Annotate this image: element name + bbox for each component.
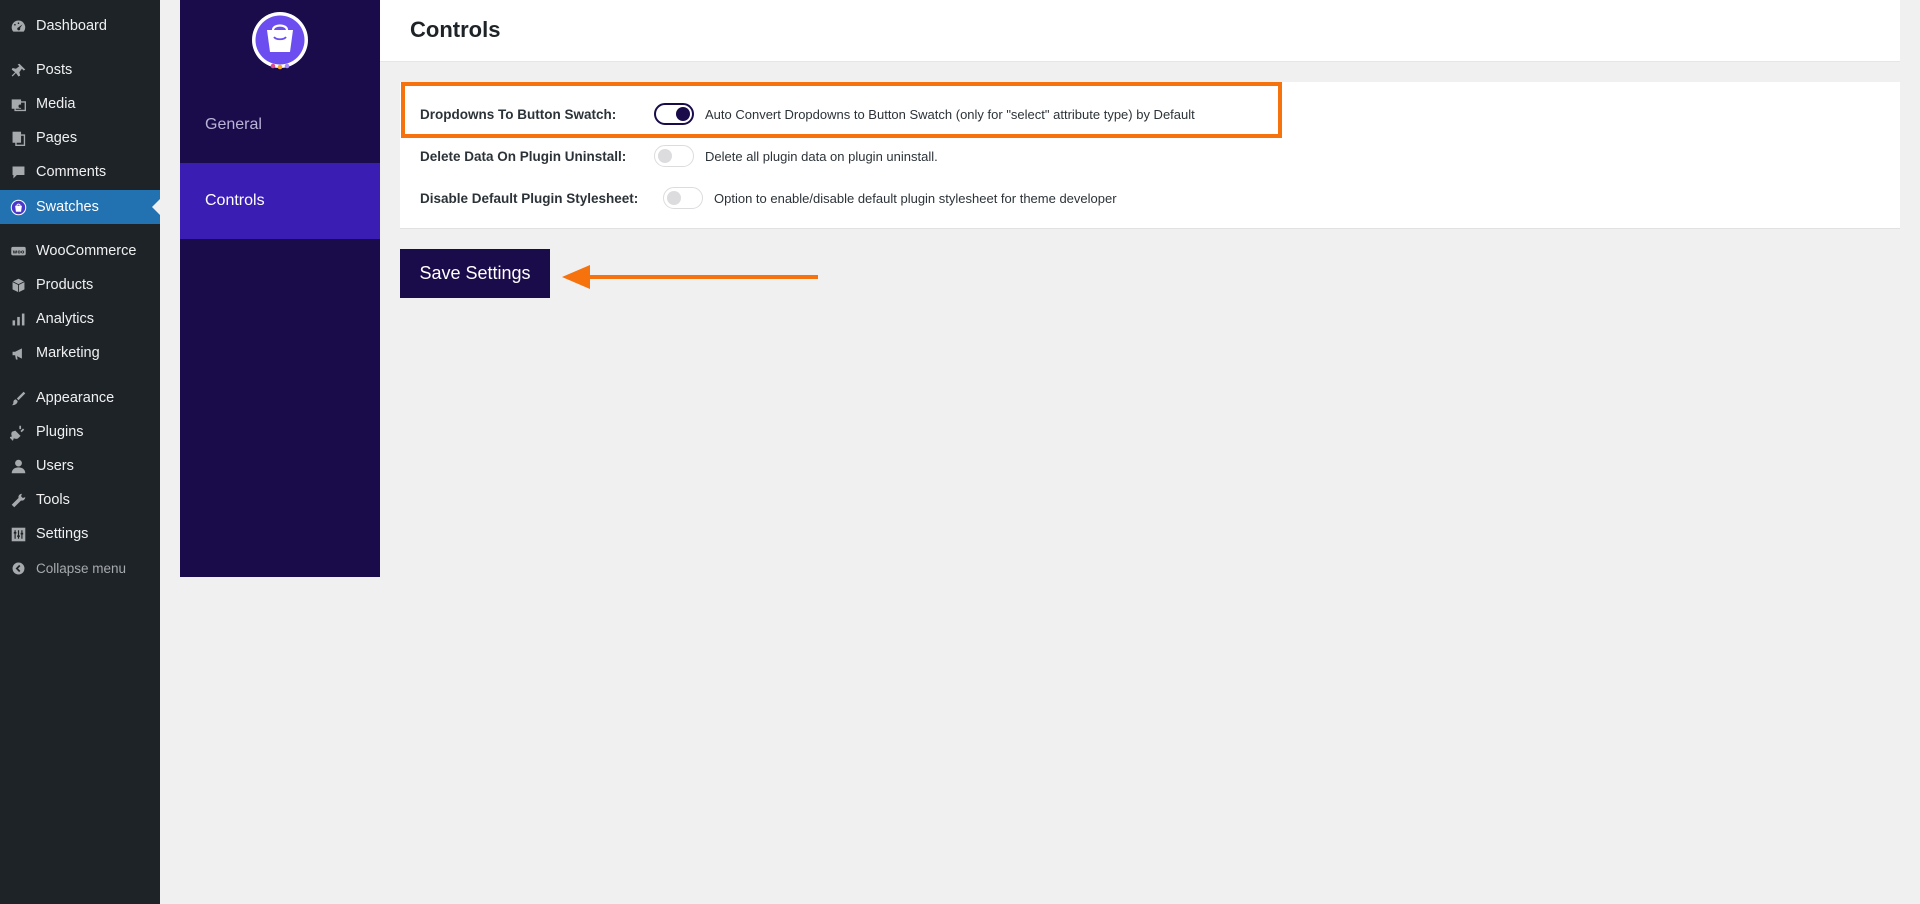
- box-icon: [0, 277, 36, 294]
- toggle-delete-data-on-uninstall[interactable]: [654, 145, 694, 167]
- setting-label: Dropdowns To Button Swatch:: [420, 106, 617, 122]
- menu-item-posts[interactable]: Posts: [0, 53, 160, 87]
- setting-label: Disable Default Plugin Stylesheet:: [420, 190, 639, 206]
- menu-label: WooCommerce: [36, 243, 137, 259]
- megaphone-icon: [0, 345, 36, 362]
- menu-item-settings[interactable]: Settings: [0, 517, 160, 551]
- menu-label: Tools: [36, 492, 70, 508]
- collapse-menu-button[interactable]: Collapse menu: [0, 551, 160, 585]
- menu-item-users[interactable]: Users: [0, 449, 160, 483]
- menu-label: Marketing: [36, 345, 100, 361]
- brush-icon: [0, 390, 36, 407]
- menu-item-plugins[interactable]: Plugins: [0, 415, 160, 449]
- plugin-nav-general-label: General: [205, 116, 262, 133]
- svg-text:woo: woo: [12, 249, 24, 255]
- setting-row-dropdowns-to-button-swatch: Dropdowns To Button Swatch: Auto Convert…: [400, 99, 1900, 129]
- user-icon: [0, 458, 36, 475]
- menu-label: Analytics: [36, 311, 95, 327]
- setting-label: Delete Data On Plugin Uninstall:: [420, 148, 627, 164]
- setting-row-delete-data-on-uninstall: Delete Data On Plugin Uninstall: Delete …: [400, 141, 1900, 171]
- arrow-left-icon: [562, 265, 818, 289]
- menu-label: Products: [36, 277, 94, 293]
- plug-icon: [0, 424, 36, 441]
- menu-item-swatches[interactable]: Swatches: [0, 190, 160, 224]
- menu-item-pages[interactable]: Pages: [0, 121, 160, 155]
- setting-description: Auto Convert Dropdowns to Button Swatch …: [705, 106, 1195, 122]
- menu-label: Posts: [36, 62, 73, 78]
- plugin-nav-controls[interactable]: Controls: [180, 163, 380, 239]
- plugin-nav-controls-label: Controls: [205, 192, 265, 209]
- toggle-dropdowns-to-button-swatch[interactable]: [654, 103, 694, 125]
- menu-item-appearance[interactable]: Appearance: [0, 381, 160, 415]
- menu-label: Comments: [36, 164, 107, 180]
- pages-icon: [0, 130, 36, 147]
- plugin-nav-panel: General Controls: [180, 0, 380, 577]
- bar-chart-icon: [0, 311, 36, 328]
- toggle-knob: [676, 107, 690, 121]
- pin-icon: [0, 62, 36, 79]
- menu-label: Pages: [36, 130, 78, 146]
- menu-label: Dashboard: [36, 18, 107, 34]
- swatches-icon: [0, 199, 36, 216]
- collapse-arrow-icon: [0, 560, 36, 577]
- comment-icon: [0, 164, 36, 181]
- menu-label: Settings: [36, 526, 89, 542]
- menu-label: Plugins: [36, 424, 84, 440]
- menu-label: Appearance: [36, 390, 115, 406]
- setting-description: Option to enable/disable default plugin …: [714, 190, 1117, 206]
- toggle-disable-default-stylesheet[interactable]: [663, 187, 703, 209]
- media-icon: [0, 96, 36, 113]
- menu-item-products[interactable]: Products: [0, 268, 160, 302]
- menu-item-tools[interactable]: Tools: [0, 483, 160, 517]
- menu-item-analytics[interactable]: Analytics: [0, 302, 160, 336]
- woo-icon: woo: [0, 243, 36, 260]
- setting-row-disable-default-stylesheet: Disable Default Plugin Stylesheet: Optio…: [400, 183, 1900, 213]
- plugin-logo-icon: [250, 10, 310, 72]
- dashboard-icon: [0, 18, 36, 35]
- settings-icon: [0, 526, 36, 543]
- menu-item-marketing[interactable]: Marketing: [0, 336, 160, 370]
- page-title: Controls: [410, 17, 501, 42]
- menu-item-media[interactable]: Media: [0, 87, 160, 121]
- menu-item-comments[interactable]: Comments: [0, 155, 160, 189]
- settings-card: Dropdowns To Button Swatch: Auto Convert…: [400, 82, 1900, 229]
- toggle-knob: [658, 149, 672, 163]
- menu-label: Media: [36, 96, 76, 112]
- save-settings-button[interactable]: Save Settings: [400, 249, 550, 298]
- menu-item-woocommerce[interactable]: woo WooCommerce: [0, 234, 160, 268]
- menu-label: Swatches: [36, 199, 99, 215]
- toggle-knob: [667, 191, 681, 205]
- setting-description: Delete all plugin data on plugin uninsta…: [705, 148, 938, 164]
- page-header: Controls: [380, 0, 1900, 62]
- plugin-nav-general[interactable]: General: [180, 87, 380, 163]
- wp-admin-sidebar: Dashboard Posts Media Pages Comments Swa…: [0, 0, 160, 904]
- menu-item-dashboard[interactable]: Dashboard: [0, 9, 160, 43]
- menu-label: Users: [36, 458, 74, 474]
- collapse-menu-label: Collapse menu: [36, 560, 127, 576]
- wrench-icon: [0, 492, 36, 509]
